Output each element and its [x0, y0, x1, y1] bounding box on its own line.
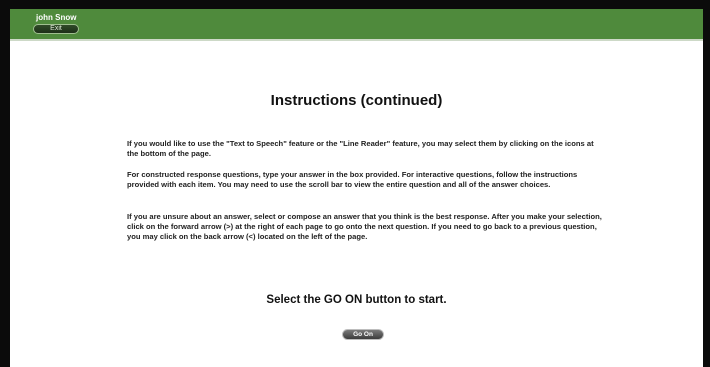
page-title: Instructions (continued)	[270, 92, 443, 109]
start-prompt: Select the GO ON button to start.	[266, 294, 447, 306]
instruction-paragraph-tools: If you would like to use the "Text to Sp…	[127, 139, 594, 158]
top-bar: john Snow Exit	[10, 9, 703, 39]
go-on-button[interactable]: Go On	[342, 329, 384, 340]
user-name: john Snow	[36, 13, 77, 22]
instruction-paragraph-responses: For constructed response questions, type…	[127, 170, 578, 189]
window-frame: john Snow Exit Instructions (continued) …	[0, 0, 710, 367]
instruction-paragraph-navigation: If you are unsure about an answer, selec…	[127, 212, 602, 241]
exit-button[interactable]: Exit	[33, 24, 79, 34]
header-divider	[10, 39, 703, 41]
test-screen: john Snow Exit Instructions (continued) …	[10, 9, 703, 367]
